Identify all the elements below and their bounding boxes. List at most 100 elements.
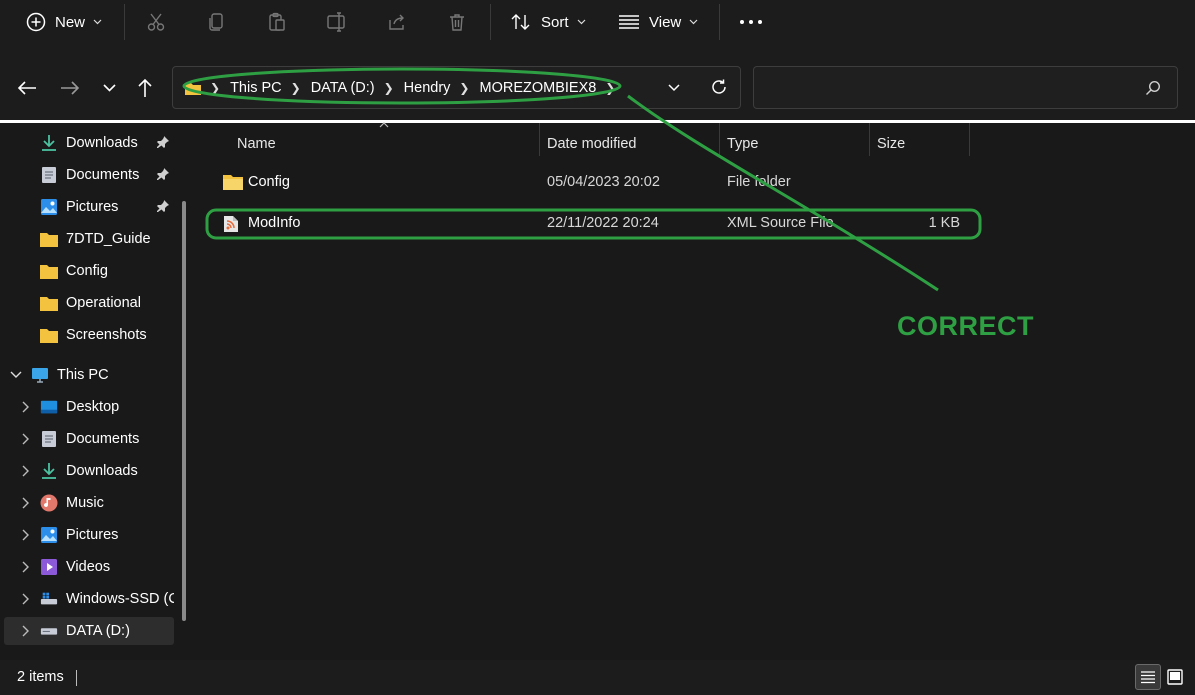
drive-c-icon [40,590,58,608]
videos-icon [40,558,58,576]
status-bar: 2 items [0,660,1195,695]
file-name: Config [248,174,290,190]
computer-icon [31,366,49,384]
breadcrumb-separator-icon[interactable]: ❯ [291,81,301,95]
nav-item-label: Pictures [66,199,119,215]
sort-label: Sort [541,13,569,31]
nav-item-label: Pictures [66,527,119,543]
column-header-date[interactable]: Date modified [547,129,636,159]
view-label: View [649,13,682,31]
chevron-down-icon [668,84,680,92]
search-input[interactable] [753,66,1178,109]
breadcrumb-separator-icon: ❯ [210,80,221,95]
nav-item-downloads[interactable]: Downloads [0,457,174,485]
nav-item-pictures-pinned[interactable]: Pictures [40,193,190,221]
more-options-button[interactable] [739,0,763,44]
breadcrumb-separator-icon[interactable]: ❯ [459,81,469,95]
nav-item-screenshots[interactable]: Screenshots [40,321,190,349]
column-resize-handle[interactable] [869,123,870,156]
share-button[interactable] [387,0,407,44]
nav-item-label: Music [66,495,104,511]
clipboard-icon [269,12,285,31]
column-resize-handle[interactable] [539,123,540,156]
view-button[interactable]: View [618,0,698,44]
delete-button[interactable] [447,0,467,44]
command-bar: New Sort View [0,0,1195,54]
up-button[interactable] [131,74,159,102]
pin-icon[interactable] [156,135,170,153]
column-resize-handle[interactable] [969,123,970,156]
folder-icon [40,230,58,248]
rename-button[interactable] [326,0,348,44]
pin-icon[interactable] [156,199,170,217]
expand-chevron-right-icon[interactable] [20,433,32,445]
nav-item-pictures[interactable]: Pictures [0,521,174,549]
column-header-type[interactable]: Type [727,129,758,159]
cut-button[interactable] [146,0,166,44]
file-type: XML Source File [727,215,834,231]
address-history-dropdown[interactable] [667,80,681,98]
file-name: ModInfo [248,215,301,231]
nav-item-7dtd-guide[interactable]: 7DTD_Guide [40,225,190,253]
recent-locations-button[interactable] [95,74,123,102]
nav-item-desktop[interactable]: Desktop [0,393,174,421]
nav-item-music[interactable]: Music [0,489,174,517]
folder-icon [185,82,201,95]
share-icon [389,14,404,30]
music-icon [40,494,58,512]
paste-button[interactable] [267,0,287,44]
nav-item-label: Downloads [66,135,138,151]
expand-chevron-right-icon[interactable] [20,593,32,605]
trash-icon [450,14,464,31]
table-row[interactable]: Config 05/04/2023 20:02 File folder [206,167,981,199]
nav-item-downloads-pinned[interactable]: Downloads [40,129,190,157]
refresh-button[interactable] [710,78,728,100]
folder-icon [40,262,58,280]
expand-chevron-right-icon[interactable] [20,529,32,541]
nav-item-this-pc[interactable]: This PC [0,361,174,389]
address-bar[interactable]: ❯ This PC ❯ DATA (D:) ❯ Hendry ❯ MOREZOM… [172,66,741,109]
table-row[interactable]: ModInfo 22/11/2022 20:24 XML Source File… [206,208,981,240]
pin-icon[interactable] [156,167,170,185]
expand-chevron-right-icon[interactable] [20,465,32,477]
nav-item-data-drive[interactable]: DATA (D:) [4,617,174,645]
breadcrumb-item[interactable]: DATA (D:) [311,80,375,96]
forward-button[interactable] [56,74,84,102]
nav-item-documents[interactable]: Documents [0,425,174,453]
nav-item-label: DATA (D:) [66,623,130,639]
column-resize-handle[interactable] [719,123,720,156]
nav-item-documents-pinned[interactable]: Documents [40,161,190,189]
breadcrumb-item[interactable]: Hendry [404,80,451,96]
breadcrumb-item[interactable]: MOREZOMBIEX8 [479,80,596,96]
expand-chevron-right-icon[interactable] [20,561,32,573]
back-button[interactable] [13,74,41,102]
expand-chevron-right-icon[interactable] [20,401,32,413]
nav-scrollbar[interactable] [182,201,186,621]
file-list: Name Date modified Type Size Config 05/0… [196,122,1195,660]
nav-item-config[interactable]: Config [40,257,190,285]
sort-button[interactable]: Sort [510,0,586,44]
sort-ascending-caret-icon [379,122,389,128]
nav-item-label: Downloads [66,463,138,479]
new-button[interactable]: New [26,0,102,44]
nav-item-label: Documents [66,167,140,183]
pictures-icon [40,198,58,216]
details-view-button[interactable] [1135,664,1161,690]
breadcrumb-separator-icon[interactable]: ❯ [605,81,615,95]
document-icon [40,430,58,448]
expand-chevron-right-icon[interactable] [20,497,32,509]
nav-item-windows-ssd[interactable]: Windows-SSD (C [0,585,174,613]
breadcrumb-item[interactable]: This PC [230,80,282,96]
expand-chevron-right-icon[interactable] [20,625,32,637]
breadcrumb-separator-icon[interactable]: ❯ [384,81,394,95]
copy-button[interactable] [207,0,227,44]
new-label: New [55,13,86,31]
tiles-view-button[interactable] [1162,664,1188,690]
nav-item-operational[interactable]: Operational [40,289,190,317]
expand-chevron-down-icon[interactable] [10,369,22,381]
column-header-name[interactable]: Name [237,129,276,159]
nav-item-videos[interactable]: Videos [0,553,174,581]
file-size: 1 KB [928,215,960,231]
nav-item-label: This PC [57,367,109,383]
column-header-size[interactable]: Size [877,129,905,159]
